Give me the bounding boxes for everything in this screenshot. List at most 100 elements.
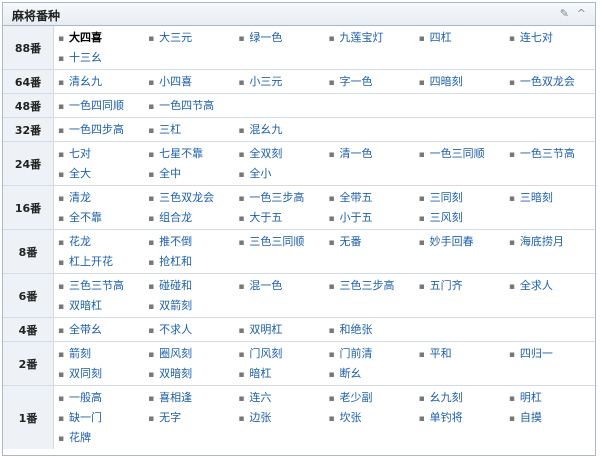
list-item[interactable]: ▪ 无番 — [324, 232, 414, 252]
list-item[interactable]: ▪ 七对 — [54, 144, 144, 164]
list-item[interactable]: ▪ 组合龙 — [144, 208, 234, 228]
item-link[interactable]: 全带幺 — [69, 323, 102, 336]
item-link[interactable]: 四归一 — [520, 347, 553, 360]
list-item[interactable]: ▪ 四杠 — [415, 28, 505, 48]
item-link[interactable]: 连七对 — [520, 31, 553, 44]
item-link[interactable]: 双箭刻 — [159, 299, 192, 312]
item-link[interactable]: 全小 — [249, 167, 271, 180]
item-link[interactable]: 全求人 — [520, 279, 553, 292]
list-item[interactable]: ▪ 和绝张 — [324, 320, 414, 340]
list-item[interactable]: ▪ 一般高 — [54, 388, 144, 408]
list-item[interactable]: ▪ 小四喜 — [144, 72, 234, 92]
item-link[interactable]: 不求人 — [159, 323, 192, 336]
item-link[interactable]: 海底捞月 — [520, 235, 564, 248]
item-link[interactable]: 自摸 — [520, 411, 542, 424]
item-link[interactable]: 三色三节高 — [69, 279, 124, 292]
item-link[interactable]: 全双刻 — [249, 147, 282, 160]
item-link[interactable]: 全不靠 — [69, 211, 102, 224]
item-link[interactable]: 一色四步高 — [69, 123, 124, 136]
list-item[interactable]: ▪ 小于五 — [324, 208, 414, 228]
list-item[interactable]: ▪ 十三幺 — [54, 48, 144, 68]
list-item[interactable]: ▪ 混幺九 — [234, 120, 324, 140]
list-item[interactable]: ▪ 平和 — [415, 344, 505, 364]
item-link[interactable]: 小于五 — [339, 211, 372, 224]
list-item[interactable]: ▪ 喜相逢 — [144, 388, 234, 408]
item-link[interactable]: 坎张 — [339, 411, 361, 424]
item-link[interactable]: 妙手回春 — [430, 235, 474, 248]
item-link[interactable]: 门前清 — [339, 347, 372, 360]
item-link[interactable]: 暗杠 — [249, 367, 271, 380]
item-link[interactable]: 九莲宝灯 — [339, 31, 383, 44]
list-item[interactable]: ▪ 一色四步高 — [54, 120, 144, 140]
item-link[interactable]: 断幺 — [339, 367, 361, 380]
list-item[interactable]: ▪ 三同刻 — [415, 188, 505, 208]
item-link[interactable]: 绿一色 — [249, 31, 282, 44]
item-link[interactable]: 三同刻 — [430, 191, 463, 204]
item-link[interactable]: 全带五 — [339, 191, 372, 204]
item-link[interactable]: 清幺九 — [69, 75, 102, 88]
item-link[interactable]: 双暗刻 — [159, 367, 192, 380]
list-item[interactable]: ▪ 清龙 — [54, 188, 144, 208]
item-link[interactable]: 字一色 — [339, 75, 372, 88]
list-item[interactable]: ▪ 妙手回春 — [415, 232, 505, 252]
item-link[interactable]: 一色三步高 — [249, 191, 304, 204]
item-link[interactable]: 三色双龙会 — [159, 191, 214, 204]
item-link[interactable]: 边张 — [249, 411, 271, 424]
list-item[interactable]: ▪ 清一色 — [324, 144, 414, 164]
item-link[interactable]: 花龙 — [69, 235, 91, 248]
list-item[interactable]: ▪ 花龙 — [54, 232, 144, 252]
list-item[interactable]: ▪ 海底捞月 — [505, 232, 595, 252]
list-item[interactable]: ▪ 断幺 — [324, 364, 414, 384]
item-link[interactable]: 喜相逢 — [159, 391, 192, 404]
list-item[interactable]: ▪ 边张 — [234, 408, 324, 428]
list-item[interactable]: ▪ 全不靠 — [54, 208, 144, 228]
list-item[interactable]: ▪ 全大 — [54, 164, 144, 184]
item-link[interactable]: 幺九刻 — [430, 391, 463, 404]
item-link[interactable]: 圈风刻 — [159, 347, 192, 360]
list-item[interactable]: ▪ 九莲宝灯 — [324, 28, 414, 48]
list-item[interactable]: ▪ 三色三节高 — [54, 276, 144, 296]
item-link[interactable]: 一色三同顺 — [430, 147, 485, 160]
item-link[interactable]: 缺一门 — [69, 411, 102, 424]
list-item[interactable]: ▪ 三色三步高 — [324, 276, 414, 296]
list-item[interactable]: ▪ 清幺九 — [54, 72, 144, 92]
item-link[interactable]: 双明杠 — [249, 323, 282, 336]
item-link[interactable]: 抢杠和 — [159, 255, 192, 268]
list-item[interactable]: ▪ 一色四节高 — [144, 96, 234, 116]
list-item[interactable]: ▪ 全中 — [144, 164, 234, 184]
edit-icon[interactable]: ✎ — [560, 7, 569, 20]
item-link[interactable]: 混一色 — [249, 279, 282, 292]
list-item[interactable]: ▪ 三暗刻 — [505, 188, 595, 208]
item-link[interactable]: 全中 — [159, 167, 181, 180]
item-link[interactable]: 大三元 — [159, 31, 192, 44]
item-link[interactable]: 七对 — [69, 147, 91, 160]
list-item[interactable]: ▪ 全小 — [234, 164, 324, 184]
item-link[interactable]: 四杠 — [430, 31, 452, 44]
list-item[interactable]: ▪ 花牌 — [54, 428, 144, 448]
list-item[interactable]: ▪ 一色三步高 — [234, 188, 324, 208]
item-link[interactable]: 一色双龙会 — [520, 75, 575, 88]
list-item[interactable]: ▪ 双暗刻 — [144, 364, 234, 384]
list-item[interactable]: ▪ 抢杠和 — [144, 252, 234, 272]
list-item[interactable]: ▪ 老少副 — [324, 388, 414, 408]
list-item[interactable]: ▪ 碰碰和 — [144, 276, 234, 296]
item-link[interactable]: 碰碰和 — [159, 279, 192, 292]
list-item[interactable]: ▪ 缺一门 — [54, 408, 144, 428]
item-link[interactable]: 门风刻 — [249, 347, 282, 360]
item-link[interactable]: 三暗刻 — [520, 191, 553, 204]
list-item[interactable]: ▪ 一色三同顺 — [415, 144, 505, 164]
item-link[interactable]: 小三元 — [249, 75, 282, 88]
item-link[interactable]: 箭刻 — [69, 347, 91, 360]
item-link[interactable]: 花牌 — [69, 431, 91, 444]
item-link[interactable]: 七星不靠 — [159, 147, 203, 160]
list-item[interactable]: ▪ 四暗刻 — [415, 72, 505, 92]
list-item[interactable]: ▪ 自摸 — [505, 408, 595, 428]
item-link[interactable]: 和绝张 — [339, 323, 372, 336]
list-item[interactable]: ▪ 杠上开花 — [54, 252, 144, 272]
list-item[interactable]: ▪ 门前清 — [324, 344, 414, 364]
item-link[interactable]: 三色三同顺 — [249, 235, 304, 248]
list-item[interactable]: ▪ 一色双龙会 — [505, 72, 595, 92]
list-item[interactable]: ▪ 三杠 — [144, 120, 234, 140]
item-link[interactable]: 混幺九 — [249, 123, 282, 136]
list-item[interactable]: ▪ 一色三节高 — [505, 144, 595, 164]
